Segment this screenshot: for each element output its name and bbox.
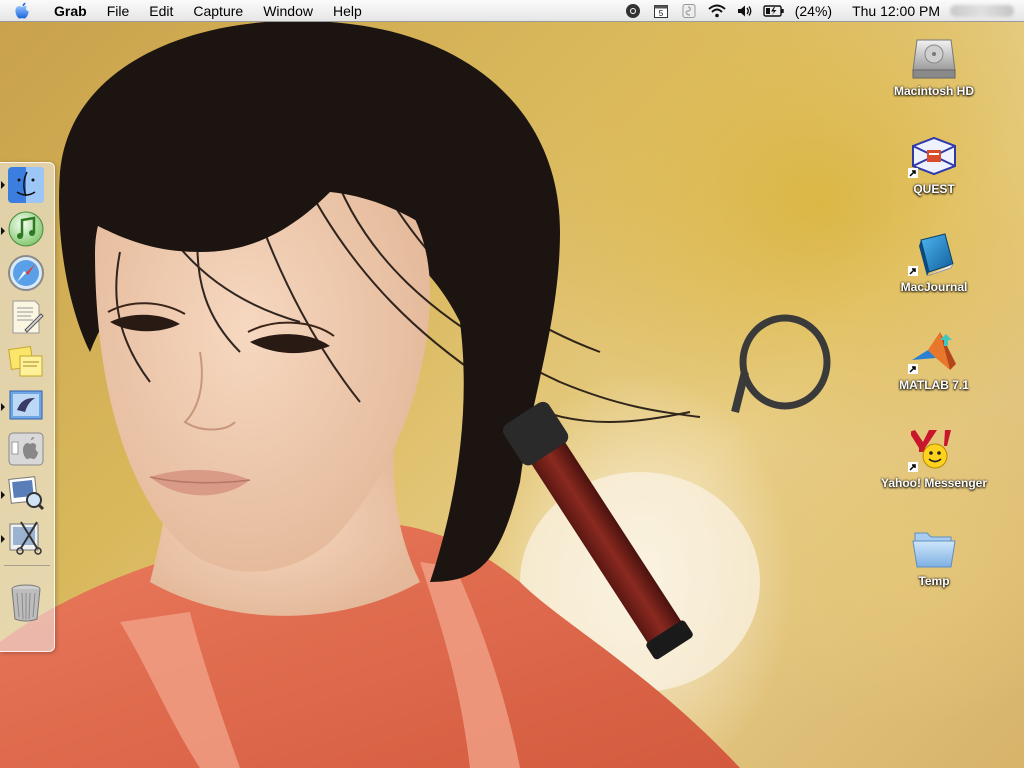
calendar-day-text: 5 xyxy=(658,9,663,18)
menu-clock[interactable]: Thu 12:00 PM xyxy=(852,3,940,19)
desktop-icon-label: Yahoo! Messenger xyxy=(880,476,988,490)
desktop-icon-label: MATLAB 7.1 xyxy=(899,378,969,392)
yahoo-icon xyxy=(908,426,958,474)
itunes-icon[interactable] xyxy=(6,209,46,249)
running-indicator xyxy=(1,491,5,499)
menu-bar: Grab File Edit Capture Window Help 5 (24… xyxy=(0,0,1024,22)
desktop-icon-quest[interactable]: QUEST xyxy=(869,132,999,196)
hard-drive-icon xyxy=(910,34,958,82)
desktop-icon-temp[interactable]: Temp xyxy=(869,524,999,588)
menu-extras: 5 (24%) Thu 12:00 PM xyxy=(619,0,1024,22)
desktop-icon-matlab[interactable]: MATLAB 7.1 xyxy=(869,328,999,392)
mail-icon[interactable] xyxy=(6,385,46,425)
desktop-icon-label: MacJournal xyxy=(900,280,968,294)
trash-icon[interactable] xyxy=(6,583,46,623)
menu-app-grab[interactable]: Grab xyxy=(44,0,97,22)
desktop-icon-macjournal[interactable]: MacJournal xyxy=(869,230,999,294)
stickies-icon[interactable] xyxy=(6,341,46,381)
wifi-icon[interactable] xyxy=(706,0,728,22)
volume-icon[interactable] xyxy=(734,0,756,22)
matlab-icon xyxy=(908,328,958,376)
menu-file[interactable]: File xyxy=(97,0,140,22)
safari-icon[interactable] xyxy=(6,253,46,293)
dock xyxy=(0,162,55,652)
desktop-icon-macintosh-hd[interactable]: Macintosh HD xyxy=(869,34,999,98)
script-icon[interactable] xyxy=(678,0,700,22)
system-preferences-icon[interactable] xyxy=(6,429,46,469)
running-indicator xyxy=(1,403,5,411)
calendar-icon[interactable]: 5 xyxy=(650,0,672,22)
dock-separator xyxy=(4,565,50,566)
running-indicator xyxy=(1,535,5,543)
running-indicator xyxy=(1,181,5,189)
running-indicator xyxy=(1,227,5,235)
chrome-icon[interactable] xyxy=(622,0,644,22)
grab-icon[interactable] xyxy=(6,517,46,557)
battery-icon[interactable] xyxy=(762,0,786,22)
menu-capture[interactable]: Capture xyxy=(183,0,253,22)
alias-arrow-icon xyxy=(908,266,918,276)
menu-help[interactable]: Help xyxy=(323,0,372,22)
textedit-icon[interactable] xyxy=(6,297,46,337)
finder-icon[interactable] xyxy=(6,165,46,205)
alias-arrow-icon xyxy=(908,168,918,178)
desktop-icon-label: QUEST xyxy=(913,182,955,196)
book-icon xyxy=(908,230,958,278)
alias-arrow-icon xyxy=(908,462,918,472)
apple-menu-icon[interactable] xyxy=(0,0,44,22)
desktop-icon-yahoo-messenger[interactable]: Yahoo! Messenger xyxy=(869,426,999,490)
desktop[interactable]: Macintosh HD QUEST MacJournal MATLAB 7.1… xyxy=(0,22,1024,768)
preview-icon[interactable] xyxy=(6,473,46,513)
user-name-blurred[interactable] xyxy=(950,4,1014,17)
menu-window[interactable]: Window xyxy=(253,0,323,22)
menu-edit[interactable]: Edit xyxy=(139,0,183,22)
desktop-icon-label: Macintosh HD xyxy=(893,84,974,98)
battery-percentage: (24%) xyxy=(794,2,833,19)
desktop-icon-label: Temp xyxy=(918,574,950,588)
quest-icon xyxy=(908,132,958,180)
folder-icon xyxy=(910,524,958,572)
alias-arrow-icon xyxy=(908,364,918,374)
